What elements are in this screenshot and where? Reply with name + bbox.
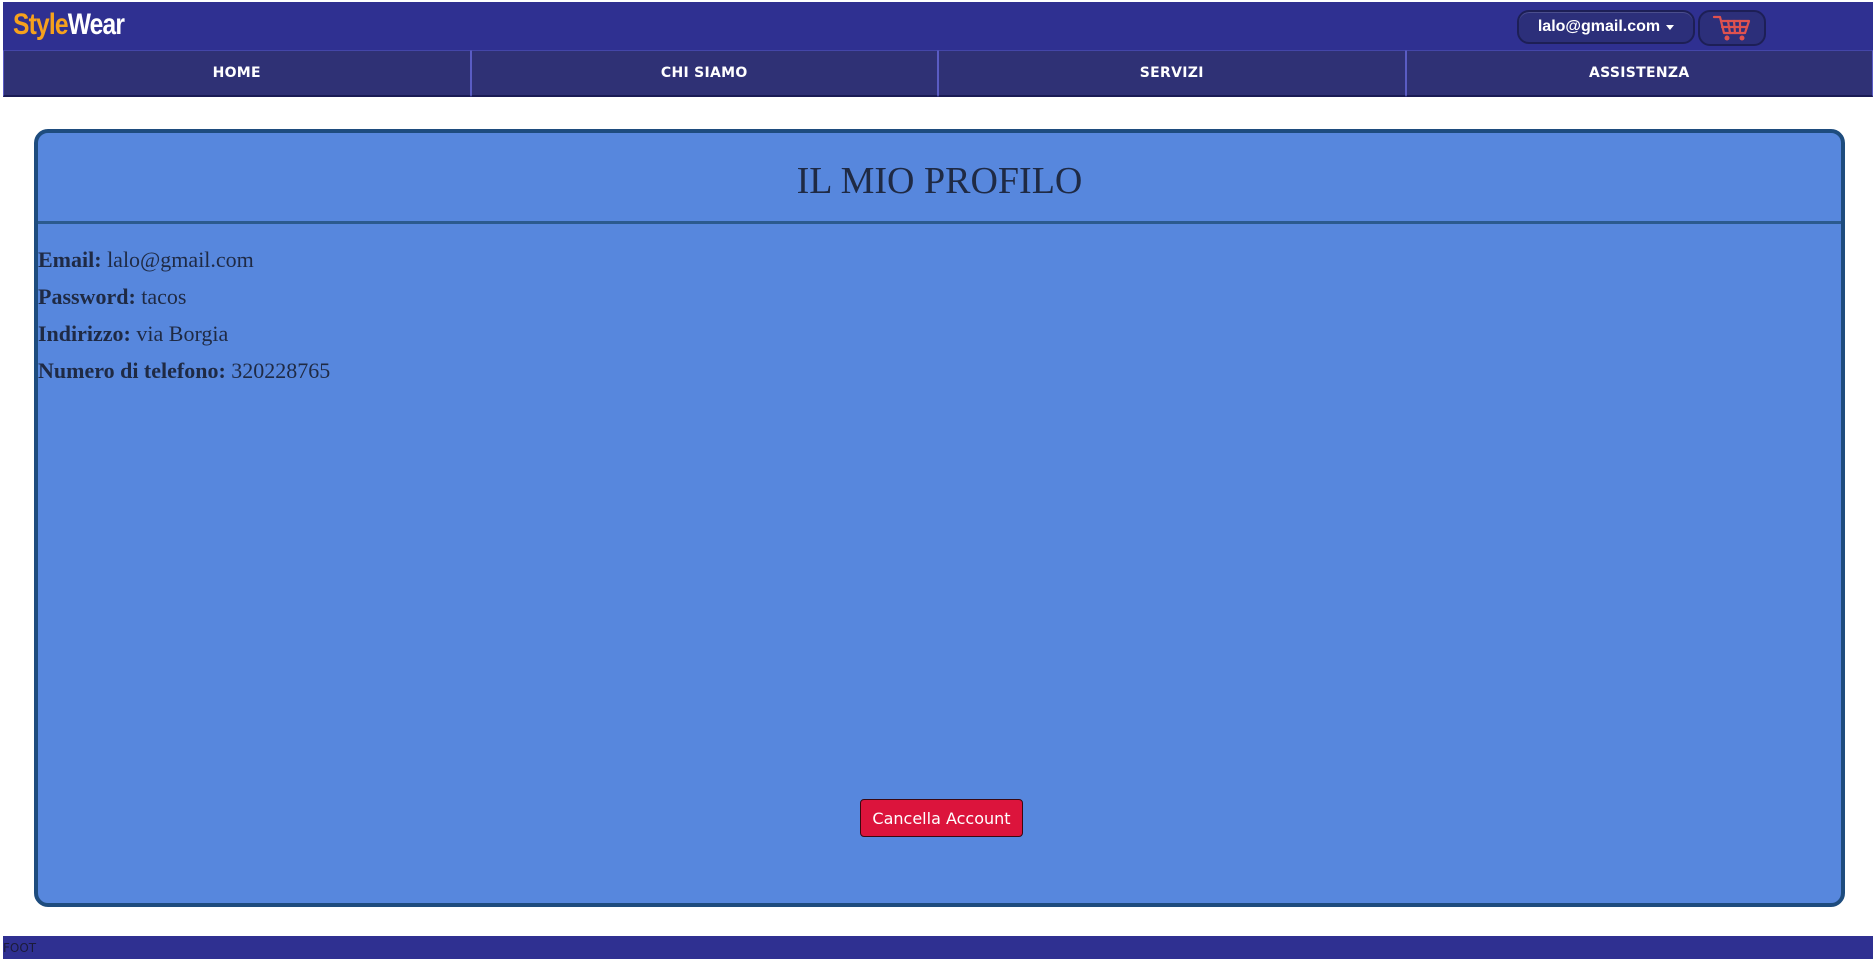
user-email-label: lalo@gmail.com — [1537, 18, 1661, 35]
footer-text: FOOT — [3, 941, 37, 955]
user-menu-dropdown[interactable]: lalo@gmail.com — [1517, 10, 1695, 44]
cart-button[interactable] — [1698, 10, 1766, 46]
logo-style-text: Style — [13, 8, 69, 41]
profile-field-address: Indirizzo: via Borgia — [38, 315, 330, 352]
site-logo[interactable]: StyleWear — [13, 8, 125, 42]
profile-field-phone: Numero di telefono: 320228765 — [38, 352, 330, 389]
main-nav: HOME CHI SIAMO SERVIZI ASSISTENZA — [3, 50, 1873, 97]
title-divider — [38, 221, 1841, 224]
field-value: 320228765 — [231, 358, 331, 383]
field-value: via Borgia — [136, 321, 229, 346]
nav-item-home[interactable]: HOME — [3, 50, 471, 97]
field-label: Indirizzo: — [38, 321, 131, 346]
field-label: Email: — [38, 247, 102, 272]
page-frame: StyleWear lalo@gmail.com HOME CHI SIAMO — [3, 2, 1873, 959]
nav-item-chi-siamo[interactable]: CHI SIAMO — [470, 50, 938, 97]
profile-panel: IL MIO PROFILO Email: lalo@gmail.com Pas… — [34, 129, 1845, 907]
profile-field-password: Password: tacos — [38, 278, 330, 315]
field-label: Password: — [38, 284, 136, 309]
chevron-down-icon — [1666, 24, 1675, 30]
nav-item-servizi[interactable]: SERVIZI — [938, 50, 1406, 97]
top-header: StyleWear lalo@gmail.com — [3, 2, 1873, 50]
nav-item-assistenza[interactable]: ASSISTENZA — [1405, 50, 1873, 97]
logo-wear-text: Wear — [67, 8, 125, 41]
page-title: IL MIO PROFILO — [796, 160, 1083, 202]
profile-field-email: Email: lalo@gmail.com — [38, 241, 330, 278]
footer: FOOT — [3, 936, 1873, 959]
field-value: tacos — [141, 284, 187, 309]
field-label: Numero di telefono: — [38, 358, 226, 383]
profile-info: Email: lalo@gmail.com Password: tacos In… — [38, 241, 330, 389]
delete-account-button[interactable]: Cancella Account — [860, 799, 1023, 837]
field-value: lalo@gmail.com — [107, 247, 254, 272]
shopping-cart-icon — [1712, 15, 1751, 41]
